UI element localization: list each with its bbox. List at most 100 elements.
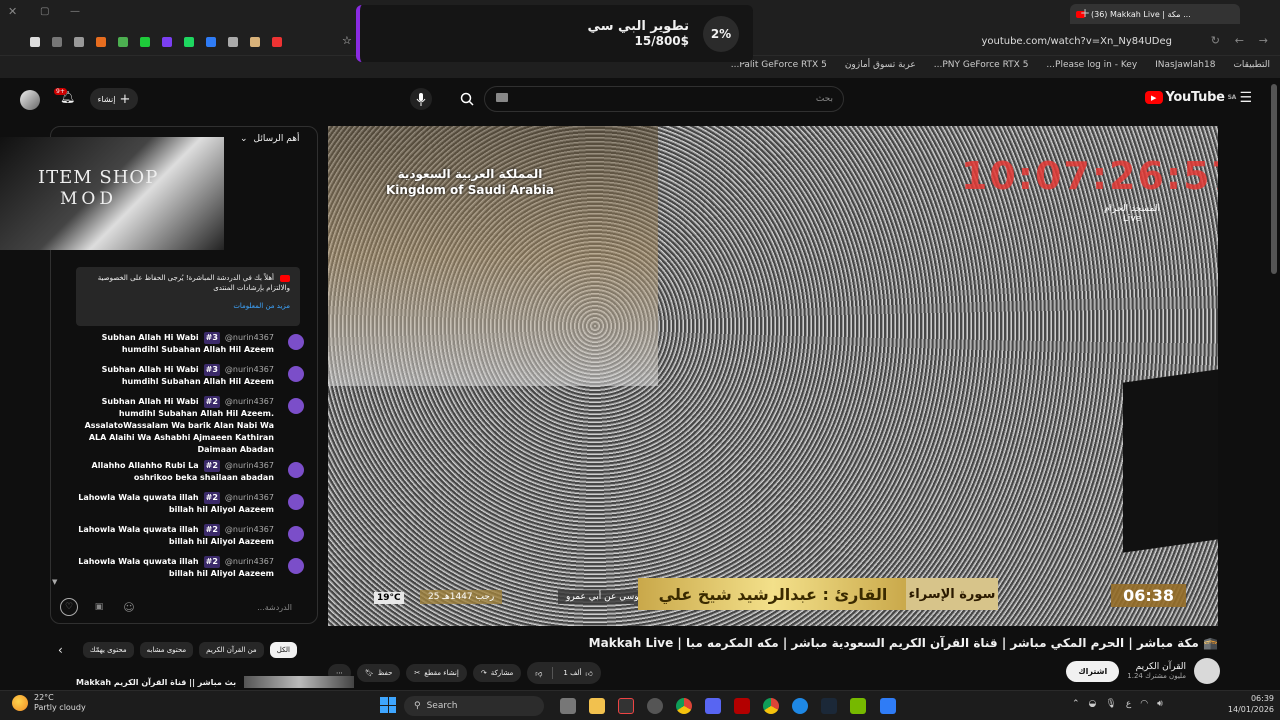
back-icon[interactable]: ← [1235, 34, 1244, 47]
extension-icon[interactable] [250, 37, 260, 47]
edge-icon[interactable] [792, 698, 808, 714]
reload-icon[interactable]: ↻ [1211, 34, 1220, 47]
settings-gear-icon[interactable] [647, 698, 663, 714]
task-view-icon[interactable] [560, 698, 576, 714]
search-button[interactable] [452, 86, 482, 112]
file-explorer-icon[interactable] [589, 698, 605, 714]
channel-info[interactable]: القرآن الكريم 1.24 مليون مشترك [1127, 662, 1186, 680]
extension-icon[interactable] [52, 37, 62, 47]
extension-icon[interactable] [30, 37, 40, 47]
steam-icon[interactable] [821, 698, 837, 714]
filter-chip[interactable]: من القرآن الكريم [199, 642, 264, 658]
bookmark-item[interactable]: INasJawlah18 [1155, 60, 1215, 70]
extension-icon[interactable] [206, 37, 216, 47]
notice-more-link[interactable]: مزيد من المعلومات [86, 301, 290, 311]
forward-icon[interactable]: → [1259, 34, 1268, 47]
share-button[interactable]: ↷ مشاركة [472, 664, 522, 682]
suggested-video-title: Makkah بث مباشر || قناة القرآن الكريم [76, 677, 237, 687]
video-frame-kaaba [1123, 369, 1218, 553]
suggested-video[interactable]: Makkah بث مباشر || قناة القرآن الكريم [76, 676, 355, 688]
app-icon[interactable] [618, 698, 634, 714]
chat-author-avatar[interactable] [288, 398, 304, 414]
chat-scroll-down-icon[interactable]: ▼ [52, 578, 57, 586]
chat-author-avatar[interactable] [288, 494, 304, 510]
chat-mode-selector[interactable]: ⌄ أهم الرسائل [240, 134, 299, 144]
chat-author-name[interactable]: @nurin4367 [225, 556, 274, 568]
chevron-left-icon[interactable]: ‹ [58, 643, 63, 657]
app-icon[interactable] [880, 698, 896, 714]
channel-avatar[interactable] [1194, 658, 1220, 684]
filter-chip[interactable]: الكل [269, 642, 297, 658]
weather-widget[interactable]: 22°C Partly cloudy [12, 693, 86, 713]
chat-author-name[interactable]: @nurin4367 [225, 364, 274, 376]
chrome-icon[interactable] [763, 698, 779, 714]
extension-icon[interactable] [96, 37, 106, 47]
browser-tab[interactable]: (36) Makkah Live | مكة ... [1070, 4, 1240, 24]
keyboard-icon[interactable] [496, 93, 508, 102]
chat-author-name[interactable]: @nurin4367 [225, 524, 274, 536]
chrome-icon[interactable] [676, 698, 692, 714]
window-close-icon[interactable]: ✕ [8, 5, 17, 18]
network-icon[interactable]: ◒ [1089, 699, 1097, 709]
extension-icon[interactable] [140, 37, 150, 47]
taskbar-clock[interactable]: 06:39 14/01/2026 [1228, 693, 1274, 715]
search-input[interactable]: بحث [484, 86, 844, 112]
subscribe-button[interactable]: اشتراك [1066, 660, 1120, 682]
chat-author-name[interactable]: @nurin4367 [225, 396, 274, 408]
chat-author-name[interactable]: @nurin4367 [225, 492, 274, 504]
heart-icon[interactable]: ♡ [60, 598, 78, 616]
chat-author-avatar[interactable] [288, 334, 304, 350]
emoji-icon[interactable]: ☺ [120, 598, 138, 616]
chat-input[interactable]: الدردشة... [257, 603, 292, 612]
filter-chip[interactable]: محتوى مشابه [139, 642, 194, 658]
menu-icon[interactable]: ☰ [1239, 90, 1252, 106]
avatar[interactable] [20, 90, 40, 110]
start-button[interactable] [380, 697, 396, 713]
chat-author-name[interactable]: @nurin4367 [225, 332, 274, 344]
discord-icon[interactable] [705, 698, 721, 714]
notification-count: 9+ [54, 88, 67, 95]
window-restore-icon[interactable]: ▢ [40, 6, 49, 17]
voice-search-button[interactable] [410, 88, 432, 110]
like-button[interactable]: 👍︎ [585, 669, 592, 678]
wifi-icon[interactable]: ◠ [1140, 699, 1148, 709]
youtube-logo[interactable]: ▶ YouTube SA [1144, 90, 1236, 105]
clip-button[interactable]: ✂ إنشاء مقطع [406, 664, 467, 682]
video-player[interactable]: المملكة العربية السعودية Kingdom of Saud… [328, 126, 1218, 626]
extension-icon[interactable] [74, 37, 84, 47]
window-minimize-icon[interactable]: — [70, 6, 80, 17]
chat-author-avatar[interactable] [288, 526, 304, 542]
extension-icon[interactable] [184, 37, 194, 47]
extension-icon[interactable] [228, 37, 238, 47]
chevron-up-icon[interactable]: ⌃ [1072, 699, 1080, 709]
url-field[interactable]: youtube.com/watch?v=Xn_Ny84UDeg [981, 36, 1172, 47]
chat-mode-label: أهم الرسائل [253, 134, 300, 144]
promo-banner[interactable]: تطوير البي سي 15/800$ 2% [356, 5, 753, 62]
save-button[interactable]: 🔖︎ حفظ [357, 664, 401, 682]
dislike-button[interactable]: 👎︎ [535, 669, 542, 678]
new-tab-button[interactable]: + [1080, 6, 1090, 20]
language-icon[interactable]: ع [1126, 699, 1131, 709]
chat-author-avatar[interactable] [288, 558, 304, 574]
extension-icon[interactable] [118, 37, 128, 47]
microphone-icon[interactable]: 🎙︎ [1105, 699, 1116, 709]
app-icon[interactable] [734, 698, 750, 714]
filter-chip[interactable]: محتوى يهمّك [82, 642, 134, 658]
bookmark-item[interactable]: PNY GeForce RTX 5... [934, 60, 1029, 70]
chat-author-name[interactable]: @nurin4367 [225, 460, 274, 472]
extension-icon[interactable] [162, 37, 172, 47]
page-scrollbar[interactable] [1271, 84, 1277, 274]
volume-icon[interactable]: 🔊︎ [1157, 699, 1163, 709]
chat-author-avatar[interactable] [288, 366, 304, 382]
extension-icon[interactable] [272, 37, 282, 47]
bookmark-item[interactable]: Please log in - Key... [1046, 60, 1137, 70]
create-button[interactable]: إنشاء + [90, 88, 138, 110]
nvidia-icon[interactable] [850, 698, 866, 714]
taskbar-search[interactable]: ⚲ Search [404, 696, 544, 716]
chat-message-continuation: oshrikoo beka shailaan abadan [133, 473, 274, 482]
bookmark-star-icon[interactable]: ☆ [342, 34, 352, 47]
bookmark-item[interactable]: التطبيقات [1233, 60, 1270, 70]
super-chat-icon[interactable]: ▣ [90, 598, 108, 616]
chat-author-avatar[interactable] [288, 462, 304, 478]
bookmark-item[interactable]: عربة تسوق أمازون [845, 60, 916, 70]
